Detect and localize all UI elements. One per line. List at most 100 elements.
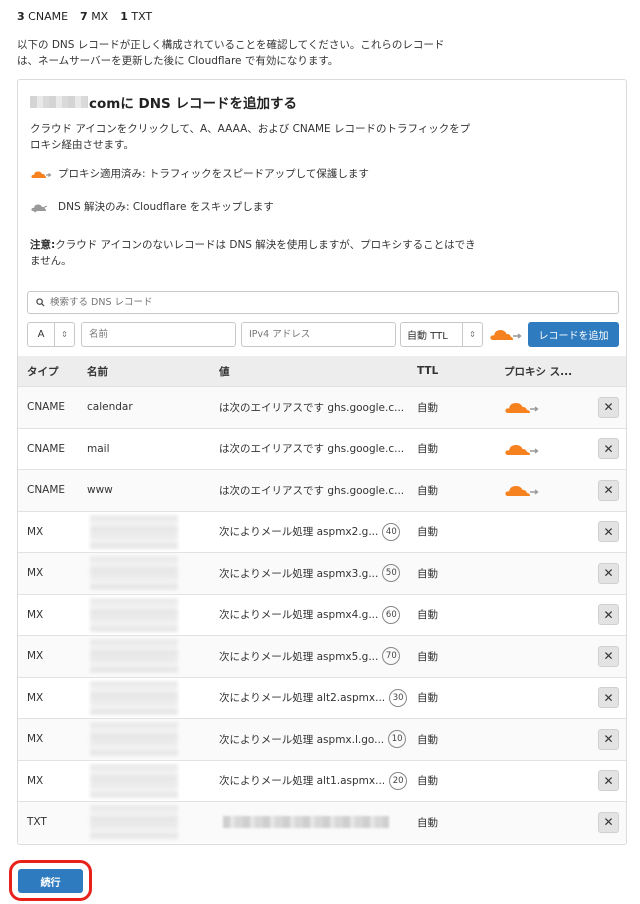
table-row[interactable]: MX 次によりメール処理 aspmx3.g... 50 自動 ✕: [18, 552, 626, 594]
summary-mx: 7 MX: [80, 10, 109, 23]
record-value: 次によりメール処理 alt1.aspmx... 20: [219, 771, 408, 790]
delete-icon[interactable]: ✕: [598, 687, 619, 709]
table-row[interactable]: CNAME www は次のエイリアスです ghs.google.c... 自動 ✕: [18, 469, 626, 511]
ipv4-input[interactable]: [241, 322, 396, 347]
delete-icon[interactable]: ✕: [598, 479, 619, 501]
cloud-proxied-icon[interactable]: [504, 399, 540, 415]
record-value: 次によりメール処理 aspmx.l.go... 10: [219, 730, 407, 749]
ttl-select[interactable]: 自動 TTL ⇕: [400, 322, 483, 347]
delete-icon[interactable]: ✕: [598, 645, 619, 667]
delete-icon[interactable]: ✕: [598, 438, 619, 460]
record-value: 次によりメール処理 aspmx5.g... 70: [219, 647, 401, 666]
updown-icon: ⇕: [54, 323, 74, 346]
record-value: 次によりメール処理 aspmx2.g... 40: [219, 522, 401, 541]
search-box[interactable]: [27, 291, 619, 314]
record-value: 次によりメール処理 aspmx4.g... 60: [219, 605, 401, 624]
record-type: MX: [27, 733, 44, 746]
record-ttl: 自動: [417, 484, 438, 497]
record-ttl: 自動: [417, 526, 438, 539]
table-row[interactable]: CNAME mail は次のエイリアスです ghs.google.c... 自動 ✕: [18, 427, 626, 470]
record-ttl: 自動: [417, 733, 438, 746]
search-icon: [36, 298, 45, 307]
dns-records-card: comに DNS レコードを追加する クラウド アイコンをクリックして、A、AA…: [17, 79, 627, 845]
redacted-domain: [30, 96, 88, 108]
table-row[interactable]: MX 次によりメール処理 aspmx.l.go... 10 自動 ✕: [18, 718, 626, 760]
table-row[interactable]: MX 次によりメール処理 aspmx4.g... 60 自動 ✕: [18, 593, 626, 636]
redacted-name: [90, 805, 178, 840]
priority-badge: 60: [382, 605, 401, 624]
redacted-value: [223, 816, 389, 829]
priority-badge: 50: [382, 564, 401, 583]
table-row[interactable]: MX 次によりメール処理 aspmx2.g... 40 自動 ✕: [18, 510, 626, 553]
record-ttl: 自動: [417, 775, 438, 788]
redacted-name: [90, 680, 178, 715]
priority-badge: 30: [389, 688, 408, 707]
record-name: mail: [87, 442, 110, 455]
priority-badge: 70: [382, 647, 401, 666]
card-title: comに DNS レコードを追加する: [30, 92, 297, 112]
record-ttl: 自動: [417, 816, 438, 829]
record-type: CNAME: [27, 401, 66, 414]
record-ttl: 自動: [417, 650, 438, 663]
delete-icon[interactable]: ✕: [598, 562, 619, 584]
redacted-name: [90, 556, 178, 591]
record-name: calendar: [87, 401, 133, 414]
record-type: MX: [27, 567, 44, 580]
continue-highlight: 続行: [9, 860, 92, 901]
table-row[interactable]: MX 次によりメール処理 alt2.aspmx... 30 自動 ✕: [18, 676, 626, 719]
record-type: CNAME: [27, 442, 66, 455]
cloud-proxied-icon[interactable]: [489, 326, 523, 342]
record-type: MX: [27, 774, 44, 787]
note-text: 注意:クラウド アイコンのないレコードは DNS 解決を使用しますが、プロキシす…: [30, 239, 476, 267]
card-description: クラウド アイコンをクリックして、A、AAAA、および CNAME レコードのト…: [30, 123, 471, 151]
redacted-name: [90, 514, 178, 549]
delete-icon[interactable]: ✕: [598, 728, 619, 750]
updown-icon: ⇕: [462, 323, 482, 346]
record-type: MX: [27, 691, 44, 704]
record-value: 次によりメール処理 alt2.aspmx... 30: [219, 688, 408, 707]
dns-records-table: タイプ 名前 値 TTL プロキシ ス... CNAME calendar は次のエ…: [18, 356, 626, 843]
record-type: CNAME: [27, 484, 66, 497]
record-summary: 3 CNAME 7 MX 1 TXT: [17, 10, 152, 23]
record-value: 次によりメール処理 aspmx3.g... 50: [219, 564, 401, 583]
cloud-proxied-icon: [31, 171, 52, 178]
redacted-name: [90, 722, 178, 757]
delete-icon[interactable]: ✕: [598, 604, 619, 626]
priority-badge: 40: [382, 522, 401, 541]
name-input[interactable]: [81, 322, 236, 347]
record-ttl: 自動: [417, 692, 438, 705]
table-row[interactable]: MX 次によりメール処理 aspmx5.g... 70 自動 ✕: [18, 635, 626, 677]
record-value: は次のエイリアスです ghs.google.c...: [219, 484, 405, 497]
record-value: は次のエイリアスです ghs.google.c...: [219, 401, 405, 414]
legend-dns-only: DNS 解決のみ: Cloudflare をスキップします: [30, 199, 274, 214]
cloud-proxied-icon[interactable]: [504, 441, 540, 457]
delete-icon[interactable]: ✕: [598, 770, 619, 792]
search-input[interactable]: [50, 297, 550, 308]
redacted-name: [90, 763, 178, 798]
record-type: TXT: [27, 816, 47, 829]
add-record-form: A ⇕ 自動 TTL ⇕ レコードを追加: [27, 322, 619, 347]
redacted-name: [90, 597, 178, 632]
delete-icon[interactable]: ✕: [598, 521, 619, 543]
table-header: タイプ 名前 値 TTL プロキシ ス...: [18, 356, 626, 386]
table-row[interactable]: CNAME calendar は次のエイリアスです ghs.google.c... 自…: [18, 386, 626, 428]
record-value: は次のエイリアスです ghs.google.c...: [219, 443, 405, 456]
priority-badge: 20: [389, 771, 408, 790]
table-row[interactable]: TXT 自動 ✕: [18, 801, 626, 843]
delete-icon[interactable]: ✕: [598, 811, 619, 833]
cloud-proxied-icon[interactable]: [504, 482, 540, 498]
continue-button[interactable]: 続行: [18, 869, 83, 893]
redacted-name: [90, 639, 178, 674]
record-ttl: 自動: [417, 443, 438, 456]
record-type: MX: [27, 650, 44, 663]
record-type-select[interactable]: A ⇕: [27, 322, 75, 347]
summary-cname: 3 CNAME: [17, 10, 69, 23]
table-row[interactable]: MX 次によりメール処理 alt1.aspmx... 20 自動 ✕: [18, 759, 626, 802]
record-type: MX: [27, 525, 44, 538]
record-name: www: [87, 484, 113, 497]
intro-text: 以下の DNS レコードが正しく構成されていることを確認してください。これらのレ…: [17, 39, 445, 67]
delete-icon[interactable]: ✕: [598, 396, 619, 418]
record-ttl: 自動: [417, 401, 438, 414]
summary-txt: 1 TXT: [120, 10, 153, 23]
add-record-button[interactable]: レコードを追加: [528, 322, 619, 347]
